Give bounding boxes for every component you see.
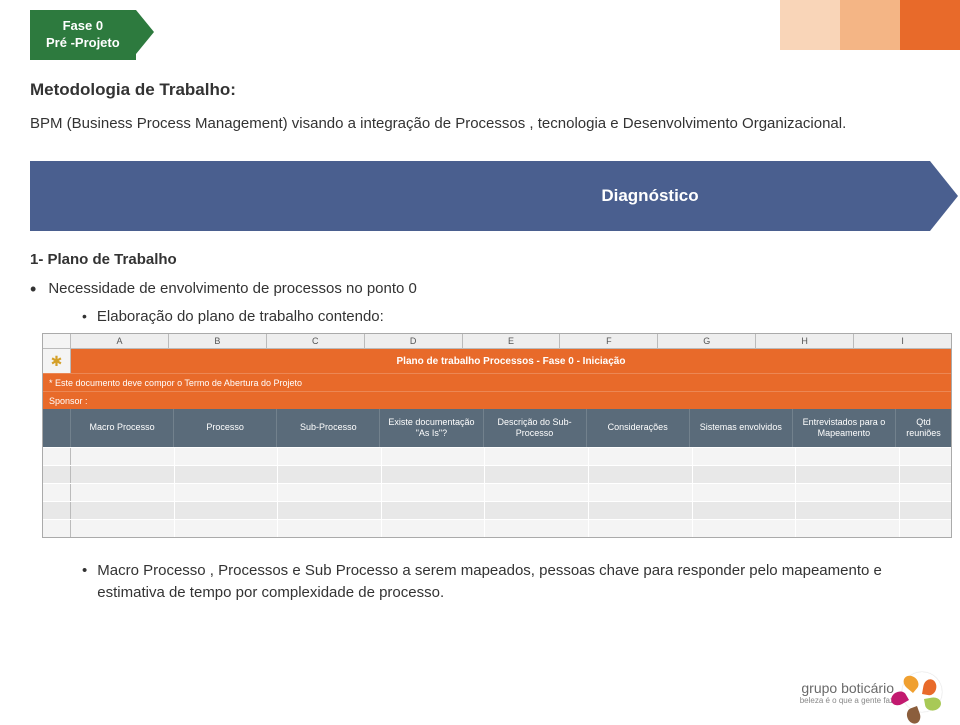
page-subtitle: BPM (Business Process Management) visand… <box>30 110 930 137</box>
spreadsheet-sponsor-row: Sponsor : <box>43 391 951 409</box>
col-header: Sub-Processo <box>277 409 380 447</box>
col-letter: I <box>854 334 951 348</box>
spreadsheet-header-row: Macro Processo Processo Sub-Processo Exi… <box>43 409 951 447</box>
spreadsheet-corner <box>43 334 71 348</box>
corner-decoration <box>780 0 960 50</box>
footer-text: grupo boticário beleza é o que a gente f… <box>800 680 894 705</box>
sub-bullet: • Elaboração do plano de trabalho conten… <box>82 308 930 325</box>
col-header: Macro Processo <box>71 409 174 447</box>
spreadsheet-preview: A B C D E F G H I ✱ Plano de trabalho Pr… <box>42 333 952 538</box>
joomla-icon: ✱ <box>43 349 71 373</box>
col-header: Entrevistados para o Mapeamento <box>793 409 896 447</box>
table-row <box>43 519 951 537</box>
spreadsheet-note-row: * Este documento deve compor o Termo de … <box>43 373 951 391</box>
col-header: Considerações <box>587 409 690 447</box>
col-letter: E <box>463 334 561 348</box>
diagnostic-banner: Diagnóstico <box>30 161 930 231</box>
footer: grupo boticário beleza é o que a gente f… <box>800 672 942 712</box>
col-letter: B <box>169 334 267 348</box>
badge-line2: Pré -Projeto <box>46 35 120 52</box>
footer-tagline: beleza é o que a gente faz <box>800 696 894 705</box>
col-header: Processo <box>174 409 277 447</box>
col-letter: F <box>560 334 658 348</box>
phase-badge: Fase 0 Pré -Projeto <box>30 10 136 60</box>
col-letter: C <box>267 334 365 348</box>
page-title: Metodologia de Trabalho: <box>30 80 930 100</box>
bullet-dot-icon: • <box>82 560 87 605</box>
boticario-logo-icon <box>902 672 942 712</box>
sub-bullet-text: Elaboração do plano de trabalho contendo… <box>97 308 384 325</box>
banner-left-block <box>30 161 370 231</box>
lower-bullet-text: Macro Processo , Processos e Sub Process… <box>97 560 902 605</box>
corner-block-light <box>780 0 840 50</box>
col-header: Qtd reuniões <box>896 409 951 447</box>
spreadsheet-column-letters: A B C D E F G H I <box>43 334 951 349</box>
table-row <box>43 501 951 519</box>
corner-block-dark <box>900 0 960 50</box>
main-content: Metodologia de Trabalho: BPM (Business P… <box>0 0 960 605</box>
spreadsheet-sponsor: Sponsor : <box>43 392 951 409</box>
spreadsheet-title-row: ✱ Plano de trabalho Processos - Fase 0 -… <box>43 349 951 373</box>
bullet-text: Necessidade de envolvimento de processos… <box>48 280 417 297</box>
col-letter: A <box>71 334 169 348</box>
spreadsheet-note: * Este documento deve compor o Termo de … <box>43 374 951 391</box>
bullet-dot-icon: • <box>30 280 36 298</box>
lower-bullet: • Macro Processo , Processos e Sub Proce… <box>82 560 902 605</box>
badge-line1: Fase 0 <box>46 18 120 35</box>
col-header: Existe documentação "As Is"? <box>380 409 483 447</box>
spreadsheet-title: Plano de trabalho Processos - Fase 0 - I… <box>71 349 951 373</box>
table-row <box>43 447 951 465</box>
bullet-dot-icon: • <box>82 308 87 324</box>
col-header: Descrição do Sub-Processo <box>484 409 587 447</box>
banner-label: Diagnóstico <box>370 161 930 231</box>
bullet-primary: • Necessidade de envolvimento de process… <box>30 280 930 298</box>
col-header: Sistemas envolvidos <box>690 409 793 447</box>
section-heading: 1- Plano de Trabalho <box>30 251 930 268</box>
footer-brand: grupo boticário <box>800 680 894 696</box>
col-letter: H <box>756 334 854 348</box>
corner-block-mid <box>840 0 900 50</box>
col-letter: G <box>658 334 756 348</box>
table-row <box>43 465 951 483</box>
spreadsheet-header-corner <box>43 409 71 447</box>
col-letter: D <box>365 334 463 348</box>
table-row <box>43 483 951 501</box>
